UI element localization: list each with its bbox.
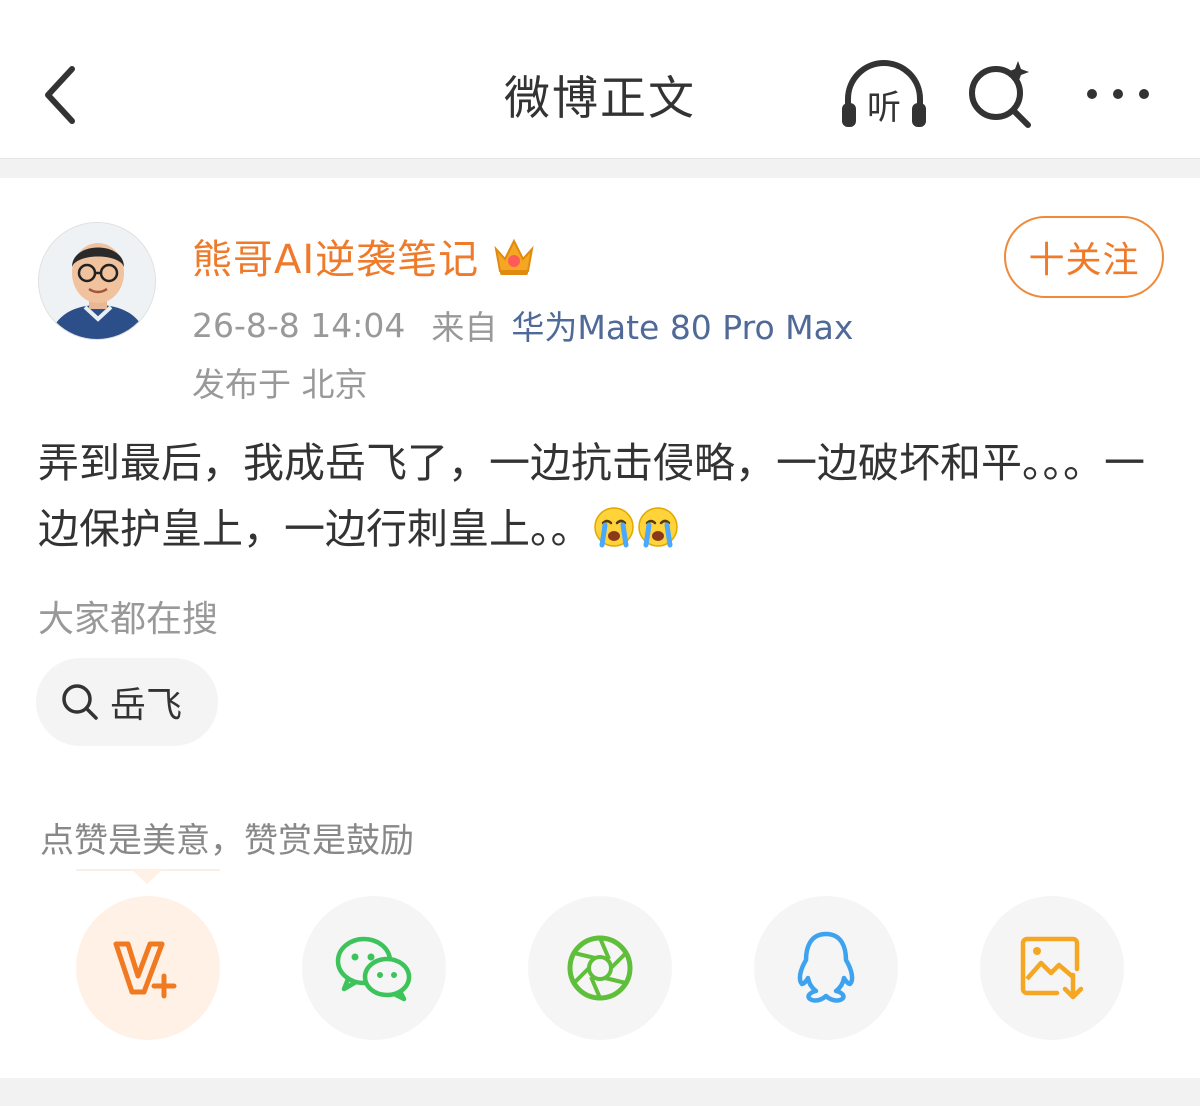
source-label: 来自 <box>431 308 498 347</box>
wechat-icon <box>335 936 412 1002</box>
username[interactable]: 熊哥AI逆袭笔记 <box>192 227 479 285</box>
follow-button[interactable]: 十关注 <box>1004 216 1164 298</box>
reward-vplus-button[interactable] <box>76 896 220 1040</box>
listen-button[interactable]: 听 <box>838 55 930 135</box>
vplus-icon <box>113 941 177 999</box>
share-wechat-button[interactable] <box>302 896 446 1040</box>
share-row <box>0 896 1200 1042</box>
search-button[interactable] <box>962 55 1042 135</box>
avatar[interactable] <box>38 222 156 340</box>
search-chip[interactable]: 岳飞 <box>36 658 218 746</box>
bottom-divider <box>0 1078 1200 1106</box>
save-image-button[interactable] <box>980 896 1124 1040</box>
source-device-link[interactable]: 华为Mate 80 Pro Max <box>511 301 853 349</box>
search-chip-label: 岳飞 <box>110 685 183 726</box>
post-text: 弄到最后，我成岳飞了，一边抗击侵略，一边破坏和平。。。一边保护皇上，一边行刺皇上… <box>38 430 1168 562</box>
more-options-button[interactable] <box>1080 70 1160 120</box>
post-meta: 26-8-8 14:04 来自 华为Mate 80 Pro Max <box>192 302 853 348</box>
reward-hint: 点赞是美意，赞赏是鼓励 <box>40 821 414 861</box>
qq-penguin-icon <box>797 931 855 1003</box>
avatar-image <box>39 223 155 339</box>
crown-badge-icon <box>494 238 534 275</box>
post-timestamp: 26-8-8 14:04 <box>192 305 406 345</box>
more-dots-icon <box>1087 89 1149 99</box>
search-icon <box>62 684 98 720</box>
moments-aperture-icon <box>567 935 633 1001</box>
listen-label: 听 <box>867 88 901 128</box>
crying-emoji-icon <box>593 507 634 548</box>
headphones-icon: 听 <box>842 60 926 128</box>
crying-emoji-icon <box>637 507 678 548</box>
share-moments-button[interactable] <box>528 896 672 1040</box>
trending-search-label: 大家都在搜 <box>38 599 219 640</box>
pointer-arrow-icon <box>132 870 162 884</box>
username-row: 熊哥AI逆袭笔记 <box>192 226 537 286</box>
chevron-left-icon <box>45 66 75 124</box>
section-divider <box>0 158 1200 178</box>
save-image-icon <box>1020 936 1084 1000</box>
back-button[interactable] <box>30 55 90 135</box>
post-location: 发布于 北京 <box>192 365 368 404</box>
share-qq-button[interactable] <box>754 896 898 1040</box>
search-sparkle-icon <box>969 61 1031 128</box>
top-navigation-bar: 微博正文 听 <box>0 0 1200 160</box>
